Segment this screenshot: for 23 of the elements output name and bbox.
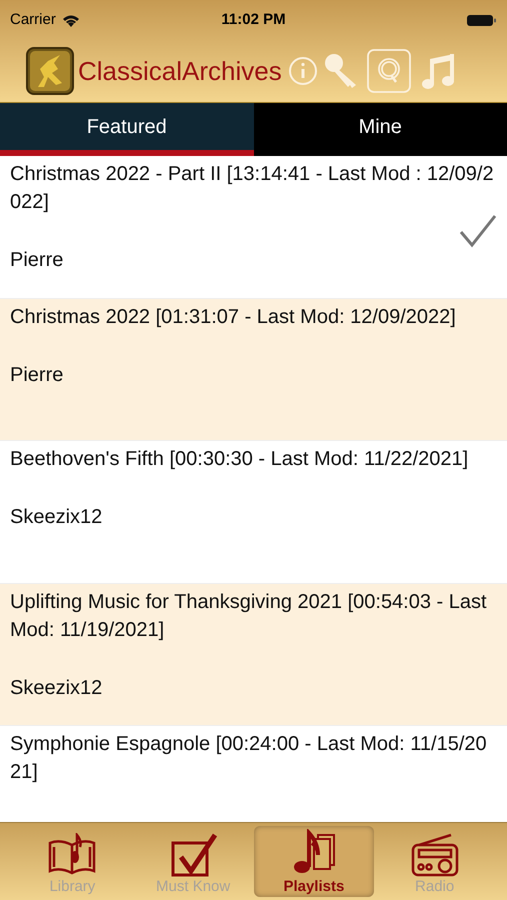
playlist-author: Pierre — [10, 248, 64, 273]
carrier-label: Carrier — [10, 10, 56, 30]
playlist-title: Uplifting Music for Thanksgiving 2021 [00:54:03 - Last Mod: 11/19/2021] — [10, 590, 488, 642]
playlist-author: Skeezix12 — [10, 676, 104, 700]
status-time: 11:02 PM — [221, 10, 286, 30]
playlist-row[interactable]: Uplifting Music for Thanksgiving 2021 [00:54:03 - Last Mod: 11/19/2021] Skeezix12 — [0, 584, 507, 726]
playlist-author: Skeezix12 — [10, 505, 104, 530]
app-title: ClassicalArchives — [78, 54, 282, 88]
wifi-icon — [62, 14, 80, 26]
segment-tab[interactable]: Featured — [0, 103, 254, 156]
app-logo-icon — [26, 47, 74, 95]
playlist-title: Christmas 2022 [01:31:07 - Last Mod: 12/09/2022] — [10, 304, 457, 330]
segment-tab[interactable]: Mine — [254, 103, 507, 156]
info-icon[interactable] — [288, 56, 318, 86]
playlist-author: Pierre — [10, 362, 64, 388]
quiz-icon[interactable] — [366, 48, 412, 94]
book-icon — [46, 833, 98, 877]
battery-icon — [467, 14, 497, 26]
playlist-title: Beethoven's Fifth [00:30:30 - Last Mod: 11/22/2021] — [10, 447, 470, 472]
playlist-title: Christmas 2022 - Part II [13:14:41 - Last Mod : 12/09/2022] — [10, 162, 495, 215]
tab-bar-item[interactable]: Playlists — [254, 826, 374, 897]
playlist-title: Symphonie Espagnole [00:24:00 - Last Mod: 11/15/2021] — [10, 732, 488, 785]
playlist-row[interactable]: Christmas 2022 [01:31:07 - Last Mod: 12/09/2022] Pierre — [0, 298, 507, 441]
